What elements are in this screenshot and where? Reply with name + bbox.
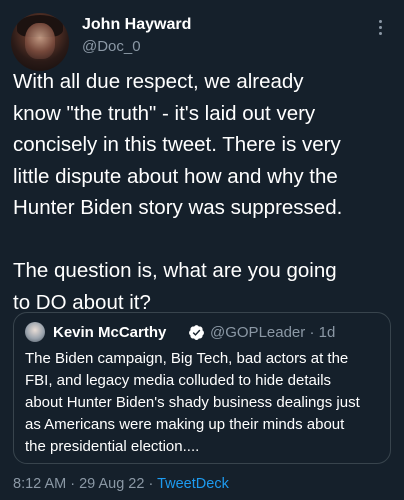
tweet-source-link[interactable]: TweetDeck (157, 476, 229, 492)
quoted-author-name: Kevin McCarthy (53, 324, 167, 341)
author-handle[interactable]: @Doc_0 (82, 37, 141, 57)
tweet-time[interactable]: 8:12 AM (13, 476, 66, 492)
tweet: John Hayward @Doc_0 With all due respect… (0, 0, 404, 500)
tweet-meta: 8:12 AM · 29 Aug 22 · TweetDeck (13, 475, 229, 493)
meta-separator: · (70, 476, 76, 492)
tweet-date[interactable]: 29 Aug 22 (79, 476, 144, 492)
tweet-text: With all due respect, we already know "t… (13, 70, 343, 314)
quoted-tweet-text: The Biden campaign, Big Tech, bad actors… (25, 350, 360, 455)
verified-badge-icon (189, 325, 204, 340)
quoted-author-handle-time: @GOPLeader · 1d (210, 324, 336, 341)
quoted-tweet[interactable]: Kevin McCarthy @GOPLeader · 1d The Biden… (13, 312, 391, 464)
more-options-icon[interactable] (370, 16, 390, 38)
author-avatar[interactable] (11, 13, 69, 71)
author-name[interactable]: John Hayward (82, 15, 191, 35)
avatar-face (25, 23, 55, 59)
quoted-author-avatar (25, 322, 45, 342)
meta-separator-2: · (148, 476, 154, 492)
